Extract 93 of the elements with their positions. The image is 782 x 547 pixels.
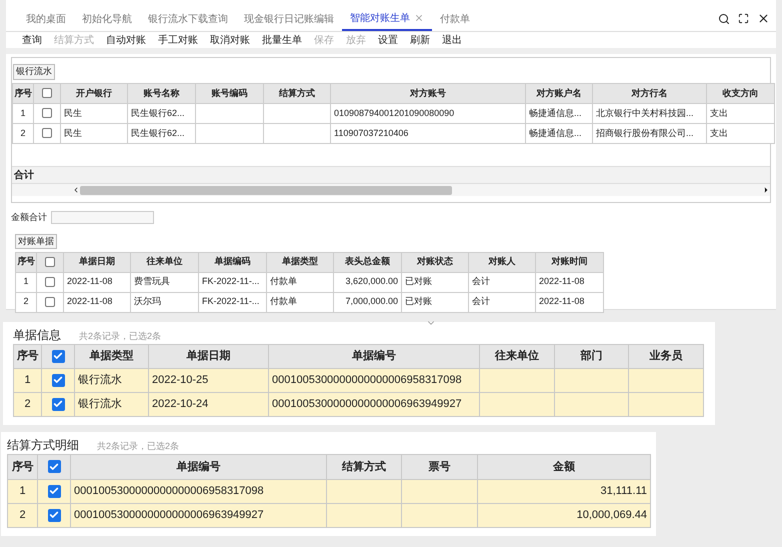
- table-cell: 付款单: [270, 296, 297, 306]
- field-label: 金额合计: [11, 211, 47, 224]
- section-label: 对账单据: [15, 234, 57, 249]
- table-cell: 支出: [710, 128, 728, 138]
- table-cell: 2022-11-08: [539, 296, 584, 306]
- table-cell: 0001005300000000000006963949927: [74, 509, 264, 522]
- table-cell: 2022-10-24: [152, 398, 208, 410]
- toolbar-button[interactable]: 退出: [436, 32, 468, 48]
- table-cell: 010908794001201090080090: [334, 108, 454, 118]
- toolbar-button[interactable]: 自动对账: [100, 32, 152, 48]
- table-cell: 民生: [64, 108, 82, 118]
- checkbox[interactable]: [52, 374, 64, 387]
- table-cell: FK-2022-11-...: [202, 276, 260, 286]
- table-cell: 2022-11-08: [67, 296, 112, 306]
- column-header: 单据日期: [64, 252, 130, 272]
- search-icon[interactable]: [718, 12, 730, 24]
- input-field[interactable]: [51, 211, 154, 224]
- panel-title: 单据信息: [13, 327, 61, 344]
- table-cell: 银行流水: [78, 374, 122, 386]
- column-header: 对账时间: [536, 252, 604, 272]
- table-cell: 民生银行62...: [131, 108, 185, 118]
- toolbar-button[interactable]: 设置: [372, 32, 404, 48]
- scroll-right-icon[interactable]: [762, 186, 770, 194]
- maximize-icon[interactable]: [738, 13, 749, 24]
- table-cell: 支出: [710, 108, 728, 118]
- tab[interactable]: 初始化导航: [74, 7, 140, 31]
- table-cell: 畅捷通信息...: [529, 108, 582, 118]
- table-cell: 银行流水: [78, 398, 122, 410]
- table-cell: 已对账: [405, 276, 432, 286]
- checkbox[interactable]: [42, 128, 52, 138]
- table-cell: 沃尔玛: [134, 296, 161, 306]
- table-cell: 7,000,000.00: [345, 296, 398, 306]
- table-cell: 10,000,069.44: [576, 509, 647, 522]
- close-icon[interactable]: [757, 12, 770, 25]
- table-cell: 招商银行股份有限公司...: [596, 128, 694, 138]
- checkbox[interactable]: [52, 350, 64, 363]
- checkbox[interactable]: [42, 108, 52, 118]
- table-cell: 会计: [472, 276, 490, 286]
- table-cell: 0001005300000000000006958317098: [272, 374, 462, 386]
- table-cell: 民生银行62...: [131, 128, 185, 138]
- checkbox[interactable]: [45, 296, 55, 307]
- checkbox[interactable]: [48, 508, 60, 522]
- table-cell: 民生: [64, 128, 82, 138]
- record-count: 共2条记录，已选2条: [97, 440, 180, 453]
- table-cell: 畅捷通信息...: [529, 128, 582, 138]
- column-header: 往来单位: [130, 252, 198, 272]
- column-header: 单据类型: [266, 252, 334, 272]
- column-header: 序号: [16, 252, 36, 272]
- checkbox[interactable]: [42, 88, 52, 98]
- scroll-left-icon[interactable]: [72, 186, 80, 194]
- section-label: 银行流水: [13, 64, 55, 80]
- table-cell: 0001005300000000000006963949927: [272, 398, 462, 410]
- table-cell: 2022-11-08: [67, 276, 112, 286]
- checkbox[interactable]: [48, 484, 60, 498]
- tab[interactable]: 我的桌面: [18, 7, 74, 31]
- panel-title: 结算方式明细: [7, 437, 79, 454]
- toolbar-button[interactable]: 取消对账: [204, 32, 256, 48]
- row-number: 2: [12, 124, 34, 144]
- table-cell: 31,111.11: [600, 485, 647, 498]
- table-cell: 会计: [472, 296, 490, 306]
- toolbar-button[interactable]: 刷新: [404, 32, 436, 48]
- table-cell: 已对账: [405, 296, 432, 306]
- total-row: 合计: [12, 166, 770, 184]
- tab[interactable]: 现金银行日记账编辑: [236, 7, 342, 31]
- row-number: 2: [8, 504, 38, 528]
- toolbar-button[interactable]: 查询: [16, 32, 48, 48]
- checkbox[interactable]: [52, 398, 64, 411]
- column-header: 对账状态: [402, 252, 468, 272]
- tab[interactable]: 智能对账生单: [342, 7, 432, 31]
- table-cell: 2022-10-25: [152, 374, 208, 386]
- row-number: 2: [14, 392, 42, 416]
- toolbar-button[interactable]: 手工对账: [152, 32, 204, 48]
- table-cell: 0001005300000000000006958317098: [74, 485, 264, 498]
- column-header: 单据编码: [198, 252, 266, 272]
- table-cell: 费雪玩具: [134, 276, 170, 286]
- table-cell: FK-2022-11-...: [202, 296, 260, 306]
- checkbox[interactable]: [48, 460, 60, 474]
- toolbar-button[interactable]: 批量生单: [256, 32, 308, 48]
- row-number: 1: [16, 272, 36, 292]
- tab[interactable]: 银行流水下载查询: [140, 7, 236, 31]
- horizontal-scrollbar[interactable]: [12, 184, 770, 196]
- table-cell: 3,620,000.00: [345, 276, 398, 286]
- column-header: 表头总金额: [334, 252, 402, 272]
- table-cell: 付款单: [270, 276, 297, 286]
- table-cell: 2022-11-08: [539, 276, 584, 286]
- record-count: 共2条记录，已选2条: [79, 330, 162, 343]
- checkbox[interactable]: [45, 256, 55, 267]
- table-cell: 110907037210406: [334, 128, 408, 138]
- checkbox[interactable]: [45, 276, 55, 287]
- tab[interactable]: 付款单: [432, 7, 478, 31]
- row-number: 2: [16, 292, 36, 312]
- table-cell: 北京银行中关村科技园...: [596, 108, 694, 118]
- column-header: 对账人: [468, 252, 536, 272]
